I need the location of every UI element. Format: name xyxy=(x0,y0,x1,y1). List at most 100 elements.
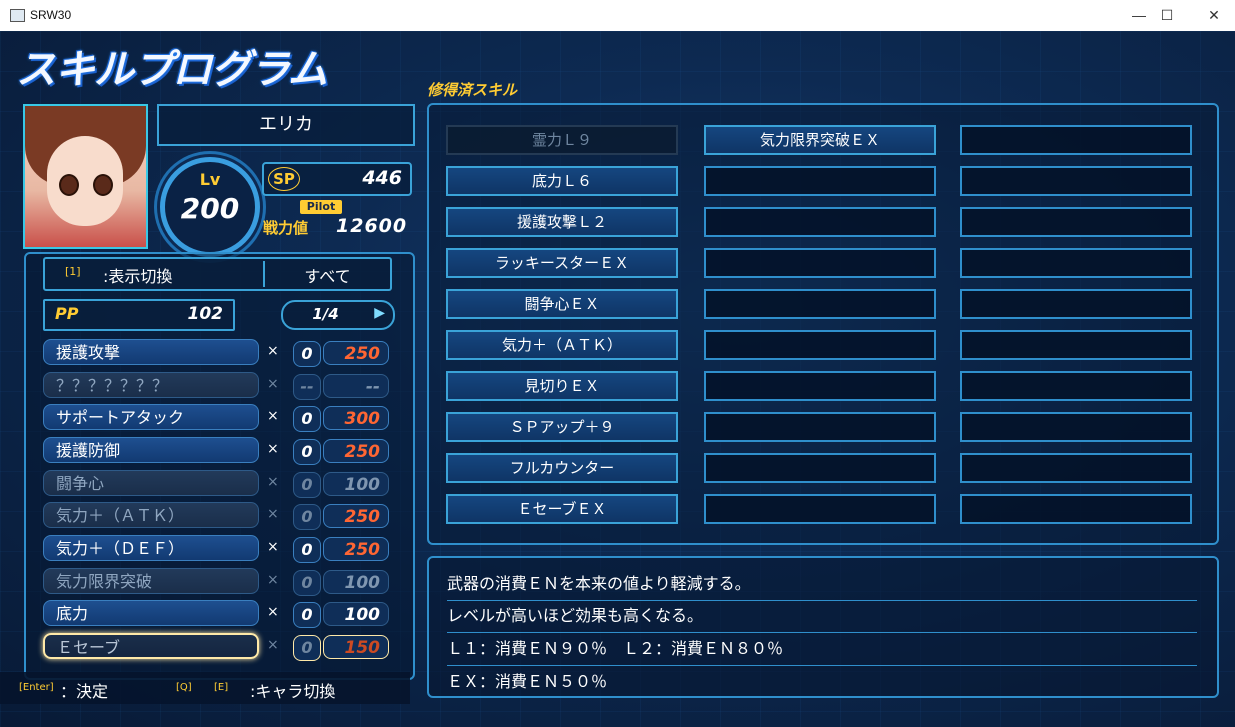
portrait-eye-left xyxy=(59,174,79,196)
game-window: SRW30 — ☐ ✕ スキルプログラム 修得済スキル エリカ Lv 200 S… xyxy=(0,0,1235,727)
multiplier-symbol: × xyxy=(267,572,279,588)
description-line: Ｌ１：消費ＥＮ９０％ Ｌ２：消費ＥＮ８０％ xyxy=(447,635,1197,666)
acquired-skill-slot[interactable]: 気力＋（ＡＴＫ） xyxy=(446,330,678,360)
skill-name[interactable]: 気力限界突破 xyxy=(43,568,259,594)
controls-footer: [Enter] ：決定 [Q] [E] :キャラ切換 xyxy=(0,672,410,704)
e-key-hint: [E] xyxy=(214,682,229,693)
next-page-arrow-icon[interactable]: ▶ xyxy=(374,305,385,321)
skill-count: 0 xyxy=(293,602,321,628)
skill-count: 0 xyxy=(293,406,321,432)
skill-count: 0 xyxy=(293,472,321,498)
acquired-skill-slot[interactable]: ラッキースターＥＸ xyxy=(446,248,678,278)
screen-title: スキルプログラム xyxy=(16,47,328,93)
multiplier-symbol: × xyxy=(267,604,279,620)
pilot-portrait xyxy=(23,104,148,249)
skill-count: 0 xyxy=(293,504,321,530)
acquired-skill-slot[interactable] xyxy=(960,494,1192,524)
level-gauge: Lv 200 xyxy=(160,157,260,257)
acquired-skill-slot[interactable]: 気力限界突破ＥＸ xyxy=(704,125,936,155)
skill-cost: 100 xyxy=(323,472,389,496)
acquired-skill-slot[interactable] xyxy=(704,207,936,237)
acquired-skill-slot[interactable] xyxy=(704,330,936,360)
acquired-skill-slot[interactable] xyxy=(960,289,1192,319)
acquired-skill-slot[interactable]: ＥセーブＥＸ xyxy=(446,494,678,524)
skill-name[interactable]: サポートアタック xyxy=(43,404,259,430)
sp-box: SP 446 xyxy=(262,162,412,196)
acquired-skill-slot[interactable] xyxy=(960,248,1192,278)
description-line: ＥＸ：消費ＥＮ５０％ xyxy=(447,672,608,691)
window-title: SRW30 xyxy=(30,8,72,22)
app-icon xyxy=(10,9,25,22)
multiplier-symbol: × xyxy=(267,474,279,490)
skill-count: -- xyxy=(293,374,321,400)
multiplier-symbol: × xyxy=(267,539,279,555)
enter-key-hint: [Enter] xyxy=(19,682,54,693)
acquired-skill-slot[interactable] xyxy=(704,412,936,442)
skill-count: 0 xyxy=(293,570,321,596)
power-value: 12600 xyxy=(336,215,408,237)
pp-value: 102 xyxy=(187,304,224,324)
skill-count: 0 xyxy=(293,439,321,465)
acquired-skill-slot[interactable] xyxy=(960,207,1192,237)
skill-cost: 250 xyxy=(323,537,389,561)
toggle-value: すべて xyxy=(304,267,351,286)
multiplier-symbol: × xyxy=(267,376,279,392)
acquired-skill-slot[interactable] xyxy=(960,125,1192,155)
window-titlebar: SRW30 — ☐ ✕ xyxy=(0,0,1235,31)
acquired-skill-slot[interactable]: 見切りＥＸ xyxy=(446,371,678,401)
acquired-skill-slot[interactable]: 援護攻撃Ｌ２ xyxy=(446,207,678,237)
skill-cost: 300 xyxy=(323,406,389,430)
page-number: 1/4 xyxy=(312,305,339,323)
maximize-button[interactable]: ☐ xyxy=(1148,4,1186,26)
acquired-skill-slot[interactable] xyxy=(704,248,936,278)
acquired-skill-slot[interactable]: 霊力Ｌ９ xyxy=(446,125,678,155)
acquired-skill-slot[interactable] xyxy=(704,453,936,483)
skill-name[interactable]: Ｅセーブ xyxy=(43,633,259,659)
skill-cost: 250 xyxy=(323,504,389,528)
pp-box: PP 102 xyxy=(43,299,235,331)
close-button[interactable]: ✕ xyxy=(1195,4,1233,26)
acquired-skill-slot[interactable]: 闘争心ＥＸ xyxy=(446,289,678,319)
skill-name[interactable]: 援護防御 xyxy=(43,437,259,463)
acquired-skill-slot[interactable] xyxy=(704,289,936,319)
acquired-skill-slot[interactable] xyxy=(960,453,1192,483)
acquired-skill-slot[interactable] xyxy=(960,330,1192,360)
pilot-badge: Pilot xyxy=(300,200,342,214)
acquired-skill-slot[interactable]: フルカウンター xyxy=(446,453,678,483)
portrait-face xyxy=(47,136,123,226)
multiplier-symbol: × xyxy=(267,441,279,457)
sp-label: SP xyxy=(268,167,300,191)
acquired-skill-slot[interactable]: ＳＰアップ＋９ xyxy=(446,412,678,442)
acquired-skill-slot[interactable] xyxy=(960,412,1192,442)
skill-name[interactable]: 気力＋（ＤＥＦ） xyxy=(43,535,259,561)
skill-name[interactable]: 闘争心 xyxy=(43,470,259,496)
skill-name[interactable]: 気力＋（ＡＴＫ） xyxy=(43,502,259,528)
acquired-skill-slot[interactable] xyxy=(960,371,1192,401)
pp-label: PP xyxy=(55,304,79,323)
skill-cost: 100 xyxy=(323,602,389,626)
q-key-hint: [Q] xyxy=(176,682,192,693)
skill-cost: 150 xyxy=(323,635,389,659)
sp-value: 446 xyxy=(362,167,402,189)
power-label: 戦力値 xyxy=(263,219,309,237)
acquired-skill-slot[interactable] xyxy=(704,494,936,524)
skill-count: 0 xyxy=(293,537,321,563)
acquired-skill-slot[interactable] xyxy=(960,166,1192,196)
multiplier-symbol: × xyxy=(267,506,279,522)
acquired-skill-slot[interactable] xyxy=(704,166,936,196)
skill-name[interactable]: 底力 xyxy=(43,600,259,626)
level-value: 200 xyxy=(180,192,240,225)
display-toggle-button[interactable]: [1] :表示切換 すべて xyxy=(43,257,392,291)
page-indicator[interactable]: 1/4 ▶ xyxy=(281,300,395,330)
acquired-skill-slot[interactable] xyxy=(704,371,936,401)
skill-description-panel: 武器の消費ＥＮを本来の値より軽減する。 レベルが高いほど効果も高くなる。 Ｌ１：… xyxy=(427,556,1219,698)
skill-count: 0 xyxy=(293,635,321,661)
skill-name[interactable]: 援護攻撃 xyxy=(43,339,259,365)
multiplier-symbol: × xyxy=(267,343,279,359)
portrait-eye-right xyxy=(93,174,113,196)
toggle-key-hint: [1] xyxy=(65,265,81,278)
toggle-label: :表示切換 xyxy=(103,267,173,286)
acquired-skill-slot[interactable]: 底力Ｌ６ xyxy=(446,166,678,196)
skill-name[interactable]: ？？？？？？？ xyxy=(43,372,259,398)
multiplier-symbol: × xyxy=(267,637,279,653)
